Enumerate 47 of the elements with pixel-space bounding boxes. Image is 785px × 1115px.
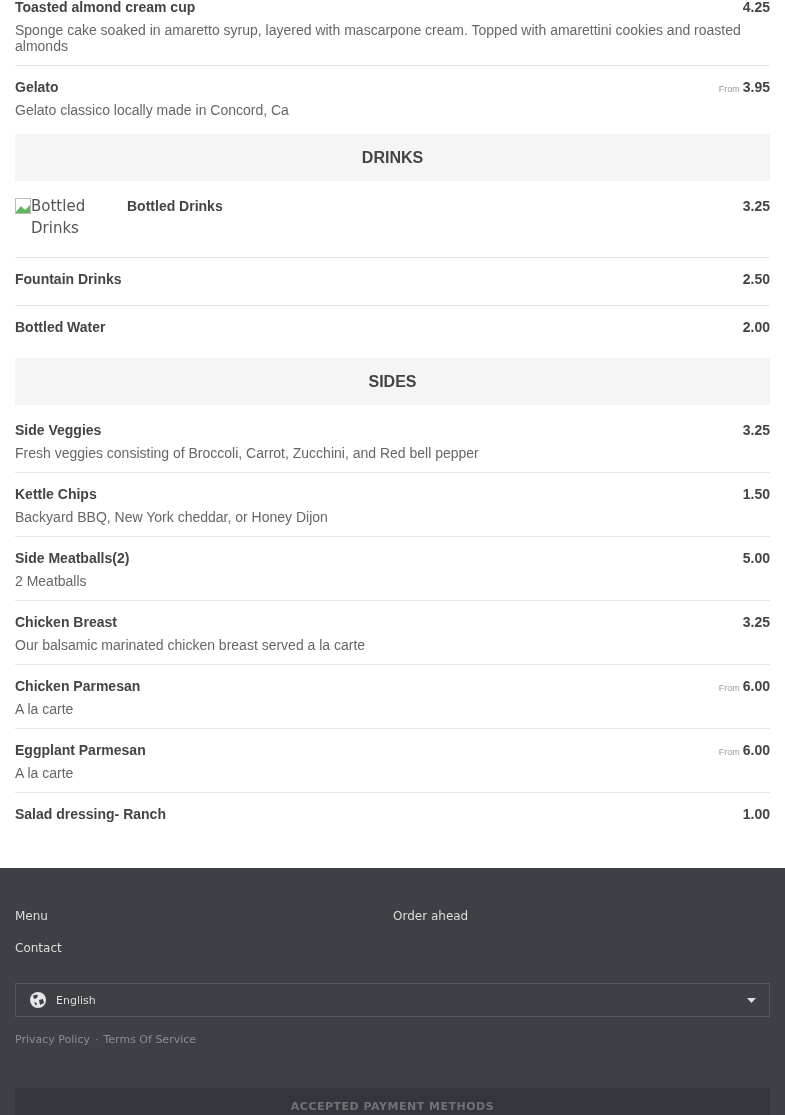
- section-header: SIDES: [15, 358, 770, 405]
- item-name: Toasted almond cream cup: [15, 0, 196, 15]
- item-name: Bottled Water: [15, 319, 106, 335]
- item-description: Sponge cake soaked in amaretto syrup, layered with mascarpone cream. Topped with amarettini cookies and roasted almonds: [15, 22, 742, 54]
- item-name: Side Veggies: [15, 422, 102, 438]
- item-price: 2.50: [742, 271, 770, 287]
- item-name: Fountain Drinks: [15, 271, 122, 287]
- item-price: 4.25: [742, 0, 770, 15]
- item-price: 2.00: [742, 319, 770, 335]
- item-price: 3.95: [742, 79, 770, 95]
- footer-link[interactable]: Contact: [15, 940, 62, 956]
- item-description: Backyard BBQ, New York cheddar, or Honey Dijon: [15, 509, 329, 525]
- globe-icon: [30, 992, 46, 1008]
- item-name: Chicken Parmesan: [15, 678, 141, 694]
- item-name: Gelato: [15, 79, 59, 95]
- item-name: Chicken Breast: [15, 614, 117, 630]
- language-select[interactable]: English: [15, 983, 770, 1017]
- item-price: 5.00: [742, 550, 770, 566]
- item-description: A la carte: [15, 701, 75, 717]
- item-description: 2 Meatballs: [15, 573, 88, 589]
- footer-link[interactable]: Menu: [15, 908, 48, 924]
- item-name: Kettle Chips: [15, 486, 97, 502]
- separator-dot: ·: [94, 1032, 99, 1048]
- item-price: 1.00: [742, 806, 770, 822]
- item-price: 3.25: [742, 614, 770, 630]
- footer-link[interactable]: Order ahead: [393, 908, 469, 924]
- item-name: Side Meatballs(2): [15, 550, 130, 566]
- section-header: DRINKS: [15, 134, 770, 181]
- item-price: 3.25: [742, 198, 770, 214]
- item-name: Eggplant Parmesan: [15, 742, 146, 758]
- caret-icon: [747, 997, 756, 1003]
- price-prefix: From: [718, 683, 740, 693]
- item-description: Our balsamic marinated chicken breast served a la carte: [15, 637, 367, 653]
- price-prefix: From: [718, 747, 740, 757]
- item-price: 6.00: [742, 678, 770, 694]
- image-alt-text: Bottled Drinks: [31, 196, 87, 239]
- item-price: 6.00: [742, 742, 770, 758]
- item-description: A la carte: [15, 765, 75, 781]
- item-price: 1.50: [742, 486, 770, 502]
- payment-heading: ACCEPTED PAYMENT METHODS: [289, 1100, 496, 1114]
- item-description: Fresh veggies consisting of Broccoli, Carrot, Zucchini, and Red bell pepper: [15, 445, 480, 461]
- item-description: Gelato classico locally made in Concord, Ca: [15, 102, 290, 118]
- item-name: Bottled Drinks: [127, 198, 223, 214]
- item-price: 3.25: [742, 422, 770, 438]
- item-name: Salad dressing- Ranch: [15, 806, 166, 822]
- price-prefix: From: [718, 84, 740, 94]
- broken-image-icon: [15, 198, 31, 214]
